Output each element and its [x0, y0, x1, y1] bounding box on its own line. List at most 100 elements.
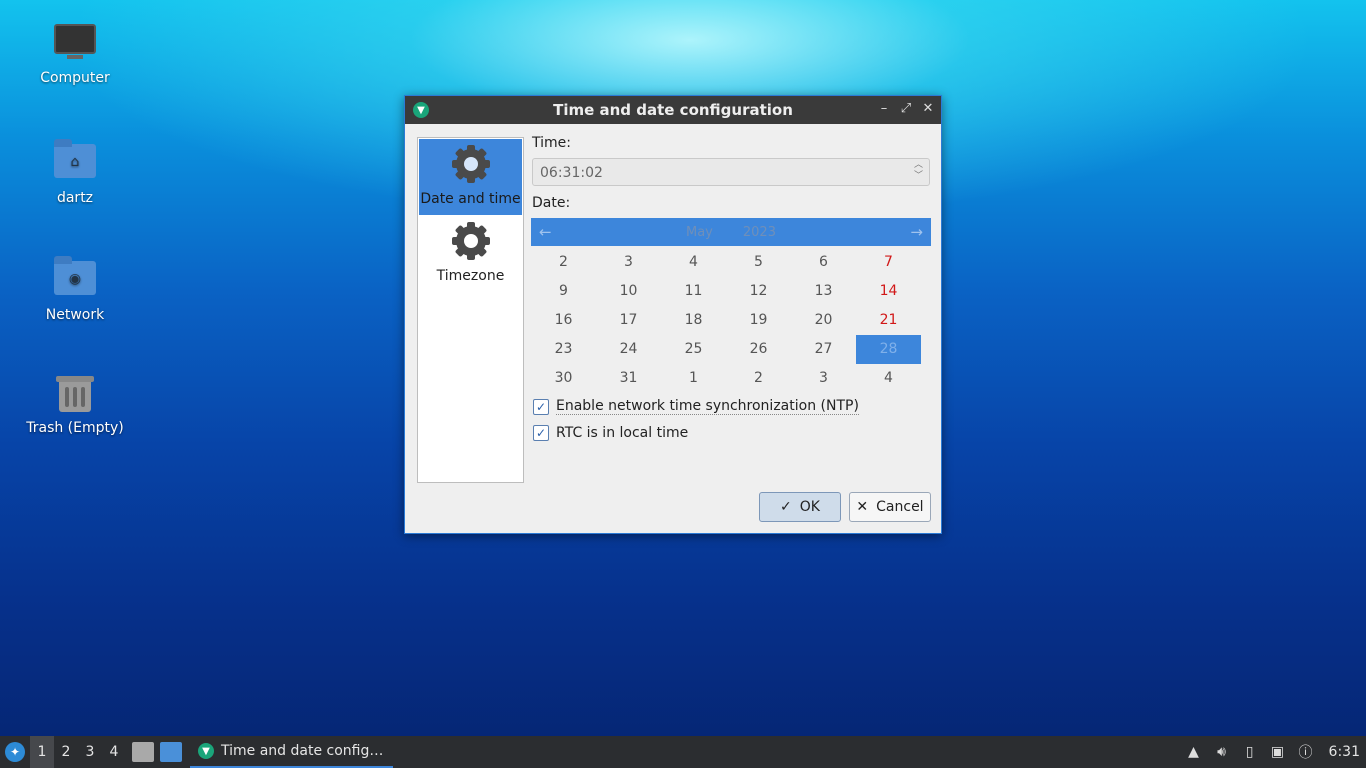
volume-icon[interactable]: 🔊︎ — [1213, 743, 1231, 761]
dialog-title: Time and date configuration — [553, 101, 793, 119]
dialog-titlebar[interactable]: ▼ Time and date configuration – ⤢ ✕ — [405, 96, 941, 124]
calendar-day[interactable]: 19 — [726, 306, 791, 335]
taskbar-task-time-date[interactable]: ▼ Time and date config… — [190, 736, 394, 768]
sidebar-item-date-and-time[interactable]: Date and time — [419, 139, 522, 215]
desktop-icon-label: dartz — [56, 190, 94, 206]
workspace-1[interactable]: 1 — [30, 736, 54, 768]
calendar-day[interactable]: 3 — [596, 248, 661, 277]
time-spinner[interactable]: ︿ ﹀ — [914, 160, 923, 182]
file-manager-icon[interactable] — [132, 742, 154, 762]
taskbar: ✦ 1 2 3 4 ▼ Time and date config… ▲ 🔊︎ ▯… — [0, 736, 1366, 768]
ntp-label[interactable]: Enable network time synchronization (NTP… — [556, 398, 859, 415]
lxqt-logo-icon: ✦ — [5, 742, 25, 762]
calendar-day[interactable]: 5 — [726, 248, 791, 277]
category-sidebar: Date and time Timezone — [417, 137, 524, 483]
calendar-grid: 2 3 4 5 6 7 9 10 11 12 13 14 16 17 18 19… — [531, 248, 931, 393]
calendar-day[interactable]: 11 — [661, 277, 726, 306]
app-icon: ▼ — [198, 743, 214, 759]
calendar-day[interactable]: 4 — [661, 248, 726, 277]
clipboard-icon[interactable]: ▯ — [1241, 743, 1259, 761]
calendar-day[interactable]: 26 — [726, 335, 791, 364]
gear-icon — [451, 145, 490, 183]
desktop-icon-network[interactable]: ◉ Network — [20, 256, 130, 323]
ntp-checkbox[interactable]: ✓ — [533, 398, 549, 415]
calendar-day[interactable]: 6 — [791, 248, 856, 277]
show-desktop-icon[interactable] — [160, 742, 182, 762]
calendar-day[interactable]: 27 — [791, 335, 856, 364]
next-month-arrow-icon[interactable]: → — [910, 223, 923, 241]
calendar-day[interactable]: 14 — [856, 277, 921, 306]
calendar-day[interactable]: 24 — [596, 335, 661, 364]
x-icon: ✕ — [856, 499, 869, 515]
ntp-checkbox-row[interactable]: ✓ Enable network time synchronization (N… — [533, 398, 859, 415]
network-folder-icon: ◉ — [53, 256, 97, 301]
calendar-day[interactable]: 21 — [856, 306, 921, 335]
desktop-icon-trash[interactable]: Trash (Empty) — [20, 374, 130, 436]
trash-icon — [53, 374, 97, 414]
checkmark-icon: ✓ — [780, 499, 792, 515]
desktop-icon-label: Network — [45, 307, 105, 323]
desktop-icon-home-folder[interactable]: ⌂ dartz — [20, 139, 130, 206]
calendar-day[interactable]: 13 — [791, 277, 856, 306]
spin-down-icon[interactable]: ﹀ — [914, 171, 923, 182]
time-input[interactable]: 06:31:02 ︿ ﹀ — [532, 158, 930, 186]
clock[interactable]: 6:31 — [1329, 744, 1360, 760]
rtc-checkbox[interactable]: ✓ — [533, 425, 549, 441]
calendar-day[interactable]: 30 — [531, 364, 596, 393]
ok-button[interactable]: ✓ OK — [759, 492, 841, 522]
maximize-icon[interactable]: ⤢ — [899, 101, 913, 116]
time-value: 06:31:02 — [540, 165, 603, 181]
close-icon[interactable]: ✕ — [921, 101, 935, 116]
system-tray: ▲ 🔊︎ ▯ ▣ ⓘ 6:31 — [1185, 736, 1366, 768]
calendar-day[interactable]: 2 — [531, 248, 596, 277]
ok-label: OK — [799, 499, 820, 515]
network-icon[interactable]: ▣ — [1269, 743, 1287, 761]
calendar-day[interactable]: 17 — [596, 306, 661, 335]
home-folder-icon: ⌂ — [53, 139, 97, 184]
calendar-day[interactable]: 16 — [531, 306, 596, 335]
notification-icon[interactable]: ⓘ — [1297, 743, 1315, 761]
sidebar-item-label: Timezone — [436, 268, 505, 284]
task-label: Time and date config… — [221, 743, 384, 759]
calendar-day[interactable]: 3 — [791, 364, 856, 393]
cancel-label: Cancel — [876, 499, 924, 515]
cancel-button[interactable]: ✕ Cancel — [849, 492, 931, 522]
computer-icon — [53, 24, 97, 64]
sidebar-item-label: Date and time — [420, 191, 521, 207]
calendar-day[interactable]: 12 — [726, 277, 791, 306]
desktop-icon-label: Trash (Empty) — [26, 420, 124, 436]
calendar-day[interactable]: 31 — [596, 364, 661, 393]
calendar-day[interactable]: 1 — [661, 364, 726, 393]
start-menu-button[interactable]: ✦ — [0, 737, 30, 767]
sidebar-item-timezone[interactable]: Timezone — [418, 216, 523, 294]
rtc-checkbox-row[interactable]: ✓ RTC is in local time — [533, 425, 688, 441]
time-label: Time: — [532, 135, 571, 151]
calendar-year[interactable]: 2023 — [743, 225, 776, 240]
calendar-day[interactable]: 9 — [531, 277, 596, 306]
date-label: Date: — [532, 195, 571, 211]
gear-icon — [451, 222, 490, 260]
calendar-header: ← May 2023 → — [531, 218, 931, 246]
calendar-month[interactable]: May — [686, 225, 713, 240]
spin-up-icon[interactable]: ︿ — [914, 160, 923, 171]
desktop-icon-computer[interactable]: Computer — [20, 24, 130, 86]
calendar-week: 16 17 18 19 20 21 — [531, 306, 931, 335]
workspace-4[interactable]: 4 — [102, 744, 126, 760]
rtc-label[interactable]: RTC is in local time — [556, 425, 688, 441]
tray-arrow-icon[interactable]: ▲ — [1185, 743, 1203, 761]
workspace-2[interactable]: 2 — [54, 744, 78, 760]
calendar-day[interactable]: 10 — [596, 277, 661, 306]
calendar-day-selected[interactable]: 28 — [856, 335, 921, 364]
calendar-day[interactable]: 2 — [726, 364, 791, 393]
calendar-day[interactable]: 23 — [531, 335, 596, 364]
calendar-week: 23 24 25 26 27 28 — [531, 335, 931, 364]
calendar-day[interactable]: 4 — [856, 364, 921, 393]
calendar-day[interactable]: 20 — [791, 306, 856, 335]
calendar-day[interactable]: 25 — [661, 335, 726, 364]
calendar-week: 30 31 1 2 3 4 — [531, 364, 931, 393]
prev-month-arrow-icon[interactable]: ← — [539, 223, 552, 241]
minimize-icon[interactable]: – — [877, 101, 891, 116]
workspace-3[interactable]: 3 — [78, 744, 102, 760]
calendar-day[interactable]: 7 — [856, 248, 921, 277]
calendar-day[interactable]: 18 — [661, 306, 726, 335]
